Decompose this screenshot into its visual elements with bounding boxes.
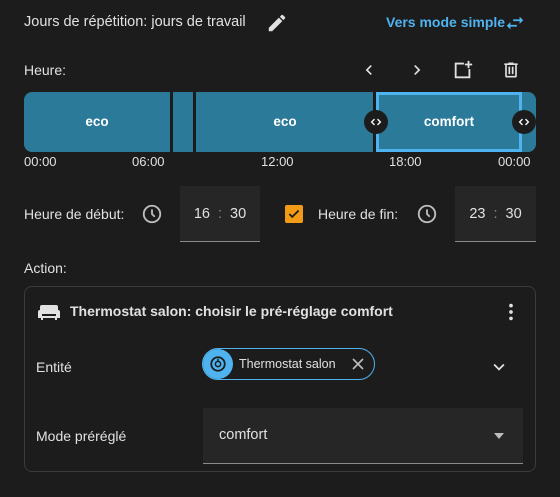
resize-handle-icon[interactable] [364, 110, 388, 134]
preset-mode-label: Mode préréglé [36, 428, 127, 444]
timeline-segment-2[interactable]: eco [196, 92, 374, 152]
preset-mode-value: comfort [219, 427, 268, 443]
chevron-left-icon[interactable] [356, 57, 382, 83]
more-vertical-icon[interactable] [500, 301, 522, 323]
delete-icon[interactable] [498, 57, 524, 83]
close-icon[interactable] [352, 358, 364, 370]
hour-label: Heure: [24, 62, 67, 78]
end-hour[interactable]: 23 [469, 206, 485, 222]
entity-label: Entité [36, 359, 72, 375]
preset-mode-select[interactable]: comfort [203, 408, 523, 464]
start-minute[interactable]: 30 [230, 206, 246, 222]
time-separator: : [493, 205, 498, 222]
end-time-label: Heure de fin: [318, 206, 399, 222]
timeline-tick: 00:00 [24, 154, 57, 169]
swap-horizontal-icon[interactable] [504, 12, 526, 34]
start-hour[interactable]: 16 [194, 206, 210, 222]
simple-mode-link[interactable]: Vers mode simple [386, 14, 505, 30]
action-label: Action: [24, 260, 67, 276]
clock-icon[interactable] [416, 203, 438, 225]
end-time-input[interactable]: 23 : 30 [455, 186, 536, 242]
timeline-segment-3-label: comfort [423, 114, 475, 129]
timeline-segment-3-selected[interactable]: comfort [376, 92, 522, 152]
entity-chip-label: Thermostat salon [239, 357, 336, 371]
start-time-label: Heure de début: [24, 206, 125, 222]
chevron-right-icon[interactable] [404, 57, 430, 83]
sofa-icon [37, 302, 61, 322]
segment-divider [170, 92, 173, 152]
end-minute[interactable]: 30 [506, 206, 522, 222]
pencil-icon[interactable] [266, 12, 288, 34]
timeline-tick: 00:00 [498, 154, 531, 169]
timeline-tick: 12:00 [261, 154, 294, 169]
timeline-tick: 18:00 [389, 154, 422, 169]
repeat-days-label: Jours de répétition: jours de travail [24, 14, 246, 30]
end-time-checkbox[interactable] [285, 205, 303, 223]
time-separator: : [217, 205, 223, 222]
chevron-down-icon[interactable] [488, 356, 510, 378]
dropdown-caret-icon [494, 433, 504, 439]
start-time-input[interactable]: 16 : 30 [180, 186, 260, 242]
clock-icon[interactable] [141, 203, 163, 225]
resize-handle-icon[interactable] [512, 110, 536, 134]
timeline-segment-1[interactable]: eco [24, 92, 170, 152]
timeline-tick: 06:00 [132, 154, 165, 169]
action-card-title: Thermostat salon: choisir le pré-réglage… [70, 303, 393, 319]
thermostat-icon [203, 349, 233, 379]
entity-chip[interactable]: Thermostat salon [202, 348, 375, 380]
add-slot-icon[interactable] [450, 57, 476, 83]
schedule-timeline[interactable]: eco eco comfort [24, 92, 536, 152]
